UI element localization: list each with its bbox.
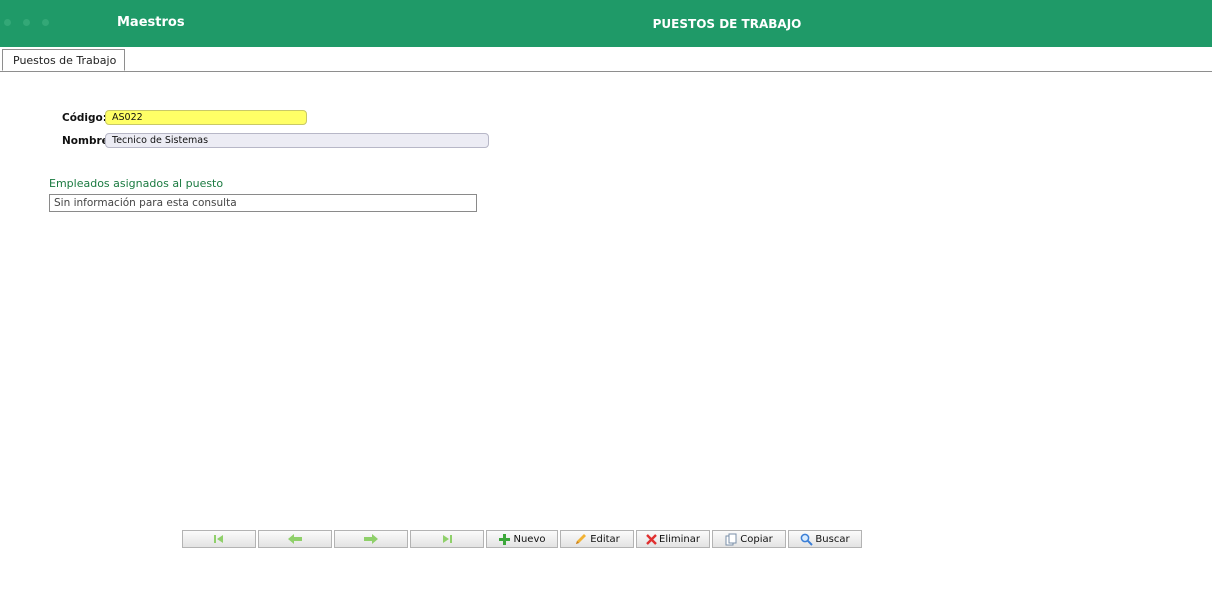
buscar-label: Buscar [815,533,850,545]
empleados-section-label: Empleados asignados al puesto [49,177,224,190]
last-icon [440,534,454,544]
nombre-field[interactable]: Tecnico de Sistemas [105,133,489,148]
nuevo-label: Nuevo [513,533,546,545]
nuevo-button[interactable]: Nuevo [486,530,558,548]
editar-label: Editar [590,533,620,545]
copiar-button[interactable]: Copiar [712,530,786,548]
tab-puestos-de-trabajo[interactable]: Puestos de Trabajo [2,49,125,71]
next-record-button[interactable] [334,530,408,548]
copiar-label: Copiar [740,533,773,545]
editar-button[interactable]: Editar [560,530,634,548]
codigo-field[interactable]: AS022 [105,110,307,125]
first-icon [212,534,226,544]
previous-record-button[interactable] [258,530,332,548]
arrow-left-icon [287,534,303,544]
first-record-button[interactable] [182,530,256,548]
magnifier-icon [800,533,814,546]
eliminar-label: Eliminar [659,533,700,545]
empleados-list: Sin información para esta consulta [49,194,477,212]
arrow-right-icon [363,534,379,544]
delete-x-icon [646,533,657,545]
tab-bar: Puestos de Trabajo [0,47,1212,72]
copy-icon [725,533,738,546]
page-title: PUESTOS DE TRABAJO [652,17,802,31]
record-toolbar: Nuevo Editar Eliminar Copiar Buscar [182,530,864,548]
codigo-label: Código: [62,112,107,124]
pencil-icon [574,533,588,546]
app-header: Maestros PUESTOS DE TRABAJO [0,0,1212,47]
last-record-button[interactable] [410,530,484,548]
buscar-button[interactable]: Buscar [788,530,862,548]
plus-icon [498,533,511,546]
eliminar-button[interactable]: Eliminar [636,530,710,548]
